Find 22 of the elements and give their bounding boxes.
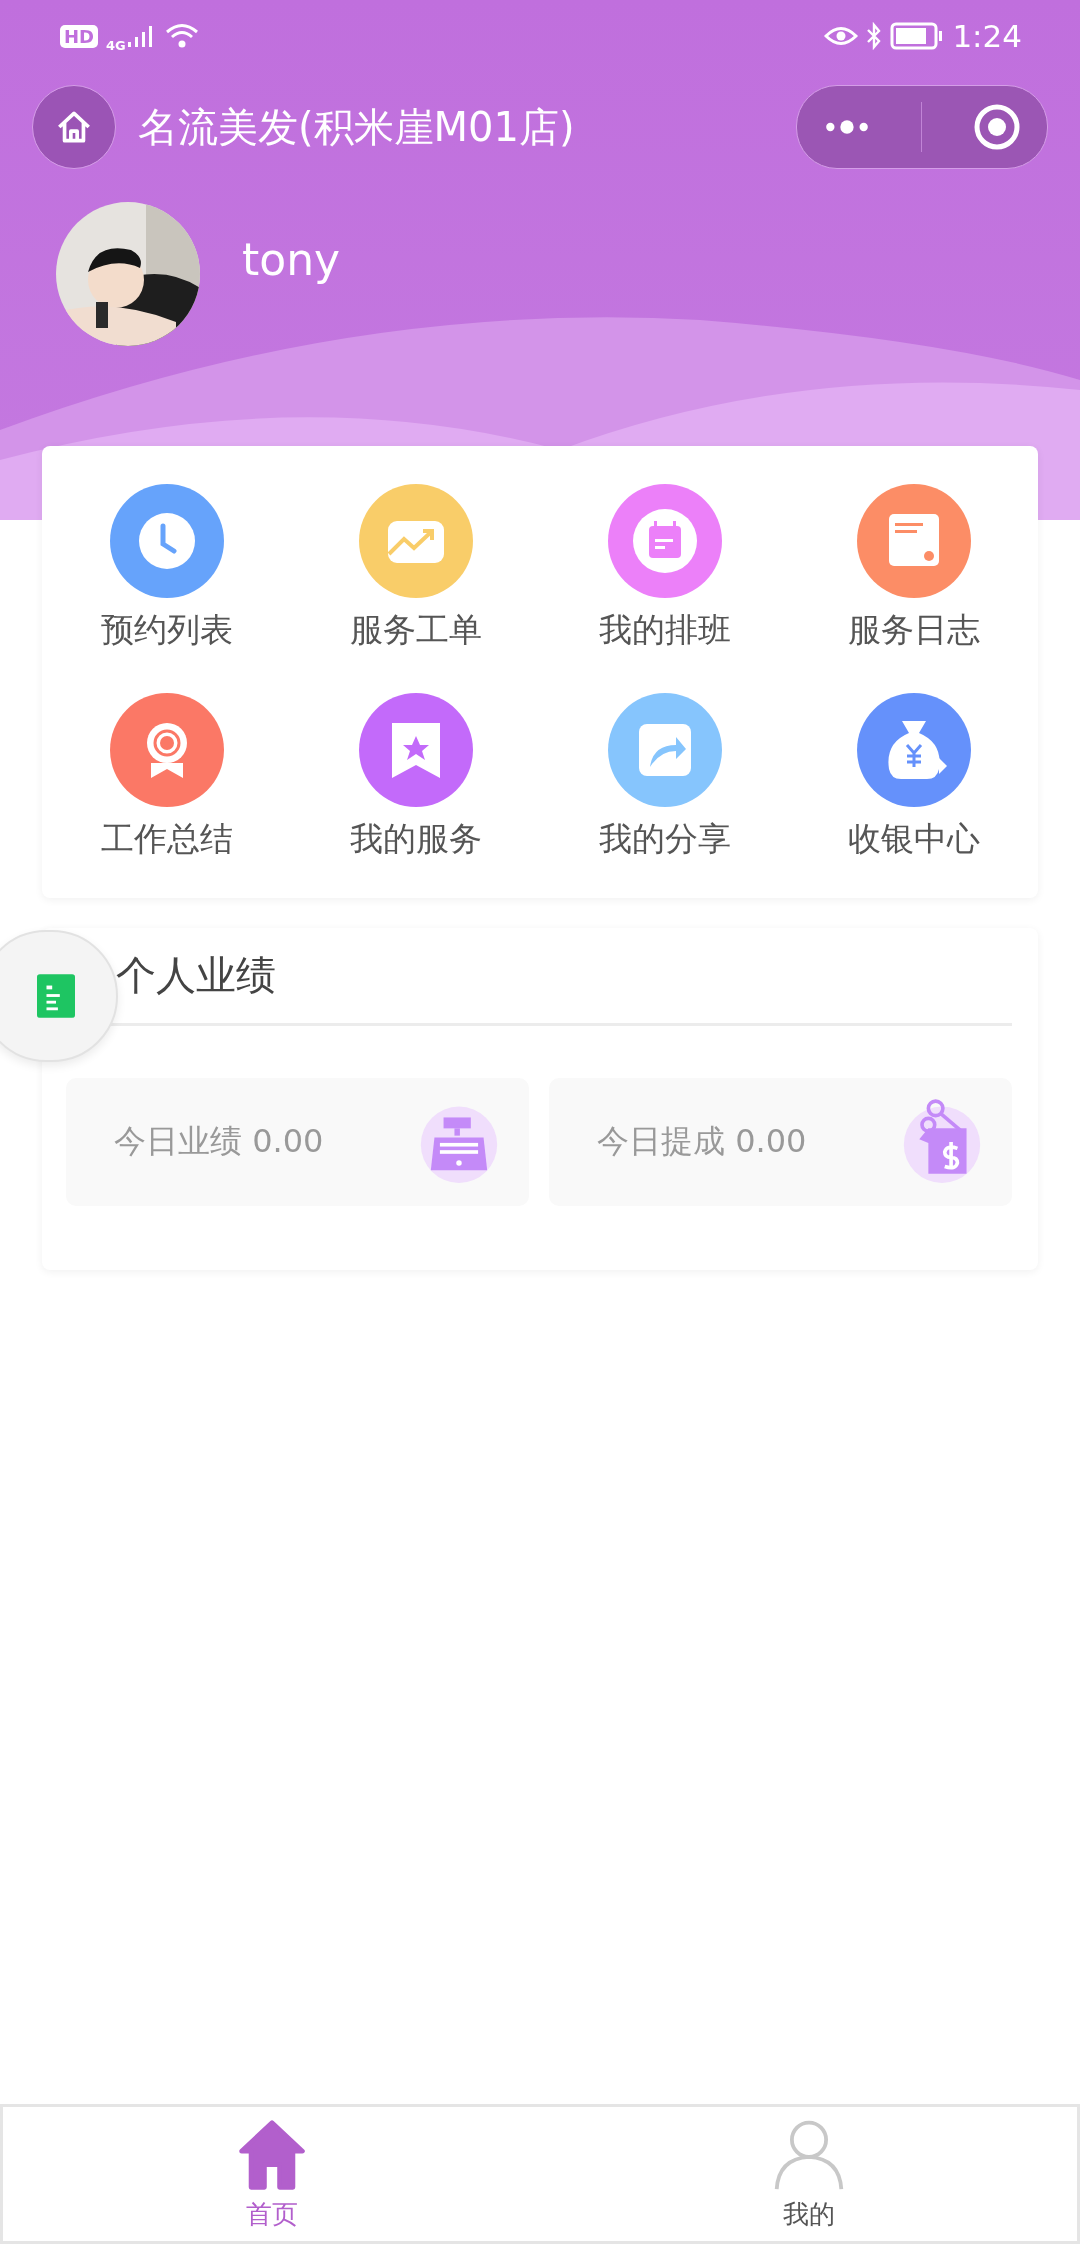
menu-item[interactable]: 我的服务 (291, 693, 540, 862)
battery-icon (890, 22, 945, 50)
wifi-icon (163, 22, 200, 50)
tab[interactable]: 首页 (3, 2107, 540, 2241)
document-icon (37, 974, 75, 1018)
bluetooth-icon (866, 22, 883, 50)
stat-label: 今日提成 0.00 (597, 1121, 807, 1162)
eye-icon (824, 25, 859, 47)
network-type: 4G (106, 37, 126, 53)
menu-item[interactable]: 预约列表 (42, 484, 291, 653)
menu-item[interactable]: 我的分享 (540, 693, 789, 862)
menu-item[interactable]: 工作总结 (42, 693, 291, 862)
menu-item[interactable]: 我的排班 (540, 484, 789, 653)
store-title: 名流美发(积米崖M01店) (138, 102, 576, 152)
user-name: tony (242, 233, 341, 285)
menu-item[interactable]: 服务日志 (789, 484, 1038, 653)
menu-item[interactable]: 服务工单 (291, 484, 540, 653)
menu-item[interactable]: 收银中心 (789, 693, 1038, 862)
hd-indicator: HD (60, 24, 98, 48)
tab[interactable]: 我的 (540, 2107, 1077, 2241)
stat-label: 今日业绩 0.00 (114, 1121, 324, 1162)
clock-time: 1:24 (952, 18, 1022, 54)
